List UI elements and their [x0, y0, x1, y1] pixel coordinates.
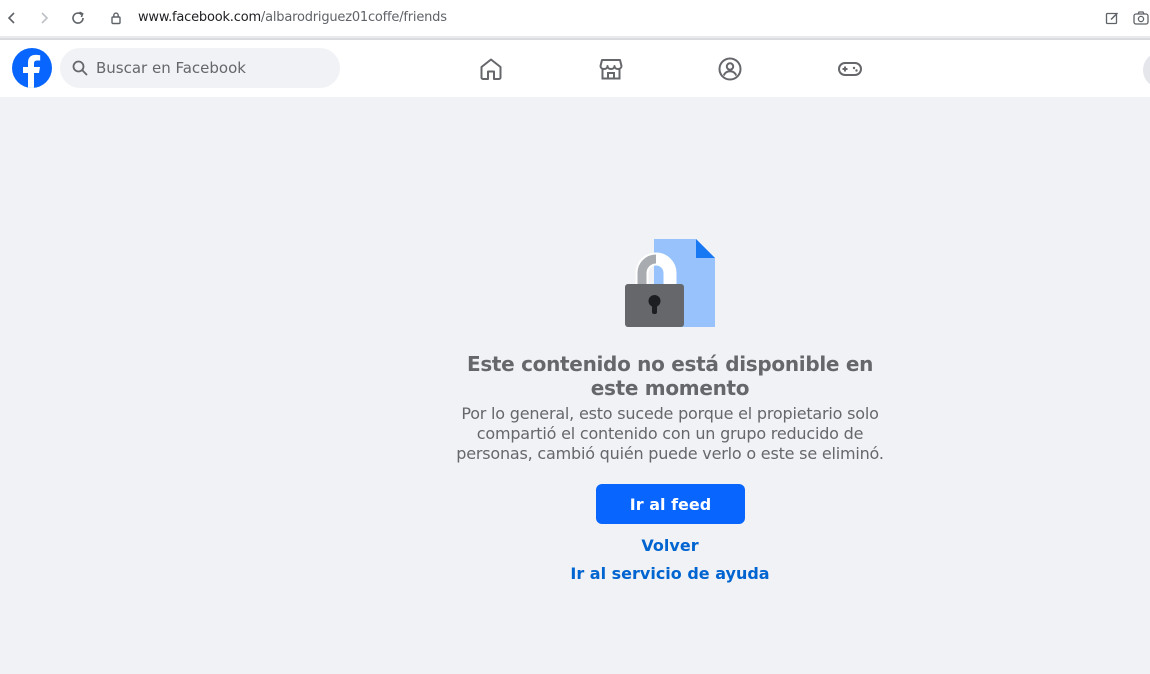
- help-center-link[interactable]: Ir al servicio de ayuda: [540, 564, 800, 583]
- back-icon[interactable]: [2, 8, 22, 28]
- facebook-header: Buscar en Facebook: [0, 40, 1150, 97]
- search-placeholder: Buscar en Facebook: [96, 59, 246, 77]
- url-host: www.facebook.com: [138, 10, 261, 25]
- page-description: Por lo general, esto sucede porque el pr…: [456, 404, 884, 463]
- groups-icon[interactable]: [717, 56, 743, 82]
- url-path: /albarodriguez01coffe/friends: [260, 10, 447, 25]
- address-bar[interactable]: www.facebook.com/albarodriguez01coffe/fr…: [138, 10, 447, 25]
- gaming-icon[interactable]: [837, 56, 863, 82]
- forward-icon[interactable]: [34, 8, 54, 28]
- browser-toolbar: www.facebook.com/albarodriguez01coffe/fr…: [0, 0, 1150, 36]
- edit-icon[interactable]: [1102, 8, 1122, 28]
- home-icon[interactable]: [478, 56, 504, 82]
- reload-icon[interactable]: [68, 8, 88, 28]
- go-to-feed-button[interactable]: Ir al feed: [596, 484, 745, 524]
- back-link[interactable]: Volver: [540, 536, 800, 555]
- search-icon: [72, 60, 88, 81]
- locked-content-icon: [620, 236, 720, 332]
- camera-icon[interactable]: [1131, 8, 1150, 28]
- lock-icon[interactable]: [106, 8, 126, 28]
- search-input[interactable]: Buscar en Facebook: [60, 48, 340, 88]
- page-title: Este contenido no está disponible en est…: [466, 352, 874, 400]
- marketplace-icon[interactable]: [598, 56, 624, 82]
- facebook-logo[interactable]: [12, 48, 52, 88]
